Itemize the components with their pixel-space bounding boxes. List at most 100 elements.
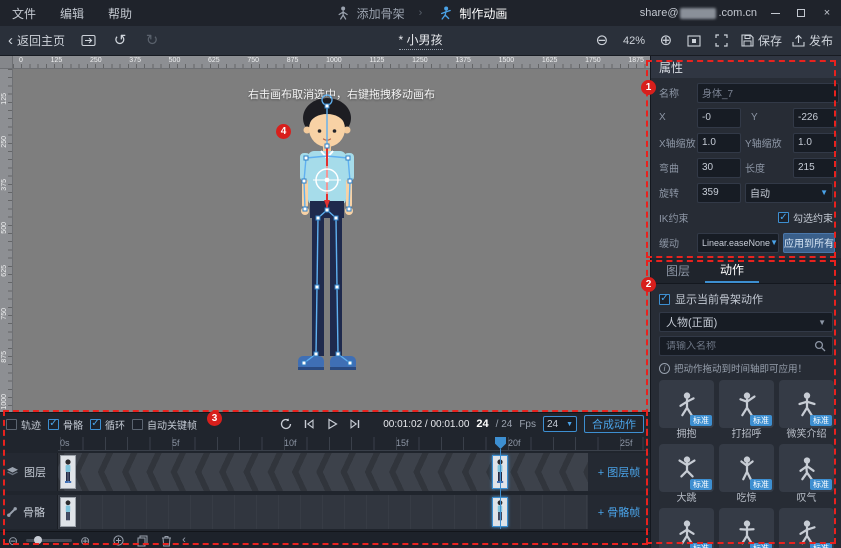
easing-select[interactable]: Linear.easeNone ▼ <box>697 233 779 253</box>
bend-label: 弯曲 <box>659 160 693 175</box>
x-field[interactable] <box>697 108 741 128</box>
standard-badge: 标准 <box>810 479 832 490</box>
toolbar: ‹ 返回主页 ↺ ↻ * 小男孩 ⊖ 42% ⊕ 保存 发布 <box>0 26 841 56</box>
canvas-workspace[interactable]: 0125250375500625750875100011251250137515… <box>0 56 650 412</box>
ruler-corner <box>0 56 13 69</box>
back-home-button[interactable]: ‹ 返回主页 <box>8 32 65 49</box>
undo-icon: ↺ <box>114 33 127 48</box>
tab-layers[interactable]: 图层 <box>651 258 705 283</box>
rotate-mode-select[interactable]: 自动 ▼ <box>745 183 833 203</box>
layer-track[interactable] <box>58 453 588 491</box>
layer-keyframe-start[interactable] <box>60 455 76 489</box>
action-tile[interactable]: 标准 <box>779 444 834 492</box>
tab-actions[interactable]: 动作 <box>705 258 759 283</box>
layer-track-label: 图层 <box>24 464 46 480</box>
bend-field[interactable] <box>697 158 741 178</box>
action-tile[interactable]: 标准 <box>659 380 714 428</box>
scale-x-field[interactable] <box>697 133 741 153</box>
animation-icon <box>436 4 454 22</box>
action-tile[interactable]: 标准 <box>719 380 774 428</box>
timeline-zoom-out-button[interactable]: ⊖ <box>8 535 18 547</box>
horizontal-ruler: 0125250375500625750875100011251250137515… <box>13 56 650 69</box>
maximize-button[interactable] <box>793 5 809 21</box>
action-tile[interactable]: 标准 <box>779 380 834 428</box>
bones-toggle[interactable]: 骨骼 <box>48 417 83 432</box>
bones-checkbox[interactable] <box>48 419 59 430</box>
action-tile[interactable]: 标准 <box>719 508 774 548</box>
bone-track[interactable] <box>58 495 588 529</box>
make-animation-step[interactable]: 制作动画 <box>436 4 507 22</box>
account-email[interactable]: share@ .com.cn <box>640 7 757 19</box>
search-input[interactable] <box>666 341 814 352</box>
category-select[interactable]: 人物(正面) ▼ <box>659 312 833 332</box>
apply-all-button[interactable]: 应用到所有 <box>783 233 835 253</box>
ik-checkbox[interactable] <box>778 212 789 223</box>
info-icon: i <box>659 363 670 374</box>
next-frame-button[interactable] <box>347 416 363 432</box>
length-field[interactable] <box>793 158 837 178</box>
bone-track-row: 骨骼 + 骨骼帧 <box>0 495 650 529</box>
timeline-zoom-slider[interactable] <box>26 539 72 542</box>
add-bone-frame-button[interactable]: + 骨骼帧 <box>598 504 640 520</box>
fps-select[interactable]: 24▼ <box>543 416 577 432</box>
timeline-zoom-in-button[interactable]: ⊕ <box>80 535 90 547</box>
show-current-checkbox[interactable] <box>659 294 670 305</box>
add-keyframe-button[interactable] <box>110 533 126 548</box>
character-with-skeleton[interactable] <box>262 92 392 392</box>
action-label: 拥抱 <box>659 428 714 442</box>
menu-file[interactable]: 文件 <box>0 5 48 22</box>
action-tile[interactable]: 标准 <box>779 508 834 548</box>
action-tile[interactable]: 标准 <box>719 444 774 492</box>
zoom-in-button[interactable]: ⊕ <box>657 32 675 50</box>
add-keyframe-icon <box>113 535 124 546</box>
action-search[interactable] <box>659 336 833 356</box>
redo-button[interactable]: ↻ <box>143 32 161 50</box>
publish-button[interactable]: 发布 <box>792 32 833 49</box>
ruler-tick-label: 5f <box>172 438 180 448</box>
action-tile[interactable]: 标准 <box>659 444 714 492</box>
scroll-left-button[interactable]: ‹ <box>182 535 186 546</box>
restart-button[interactable] <box>278 416 294 432</box>
rotate-field[interactable] <box>697 183 741 203</box>
add-skeleton-step[interactable]: 添加骨架 <box>334 4 405 22</box>
scale-y-field[interactable] <box>793 133 837 153</box>
name-field[interactable] <box>697 83 839 103</box>
chevron-down-icon: ▼ <box>818 318 826 327</box>
prev-frame-button[interactable] <box>301 416 317 432</box>
y-label: Y <box>745 112 789 123</box>
import-button[interactable] <box>79 32 97 50</box>
autokey-checkbox[interactable] <box>132 419 143 430</box>
delete-frame-button[interactable] <box>158 533 174 548</box>
vertical-ruler: 125 250 375 500 625 750 875 1000 <box>0 69 13 412</box>
trajectory-checkbox[interactable] <box>6 419 17 430</box>
standard-badge: 标准 <box>690 479 712 490</box>
fit-canvas-button[interactable] <box>685 32 703 50</box>
minimize-button[interactable] <box>767 5 783 21</box>
undo-button[interactable]: ↺ <box>111 32 129 50</box>
slider-handle[interactable] <box>34 536 42 544</box>
fullscreen-button[interactable] <box>713 32 731 50</box>
layer-track-header[interactable]: 图层 <box>0 453 58 491</box>
close-button[interactable]: × <box>819 5 835 21</box>
zoom-out-button[interactable]: ⊖ <box>593 32 611 50</box>
playhead-line[interactable] <box>500 449 501 529</box>
save-button[interactable]: 保存 <box>741 32 782 49</box>
action-tile[interactable]: 标准 <box>659 508 714 548</box>
category-value: 人物(正面) <box>666 314 717 330</box>
autokey-label: 自动关键帧 <box>147 417 197 432</box>
copy-frame-button[interactable] <box>134 533 150 548</box>
add-layer-frame-button[interactable]: + 图层帧 <box>598 464 640 480</box>
autokey-toggle[interactable]: 自动关键帧 <box>132 417 197 432</box>
bone-track-header[interactable]: 骨骼 <box>0 495 58 529</box>
menu-edit[interactable]: 编辑 <box>48 5 96 22</box>
y-field[interactable] <box>793 108 837 128</box>
compose-action-button[interactable]: 合成动作 <box>584 415 644 433</box>
ik-label: IK约束 <box>659 210 703 225</box>
bone-keyframe-start[interactable] <box>60 497 76 527</box>
loop-checkbox[interactable] <box>90 419 101 430</box>
play-button[interactable] <box>324 416 340 432</box>
loop-toggle[interactable]: 循环 <box>90 417 125 432</box>
menu-help[interactable]: 帮助 <box>96 5 144 22</box>
frame-ruler[interactable]: 0s 5f 10f 15f 20f 25f <box>58 437 648 451</box>
trajectory-toggle[interactable]: 轨迹 <box>6 417 41 432</box>
